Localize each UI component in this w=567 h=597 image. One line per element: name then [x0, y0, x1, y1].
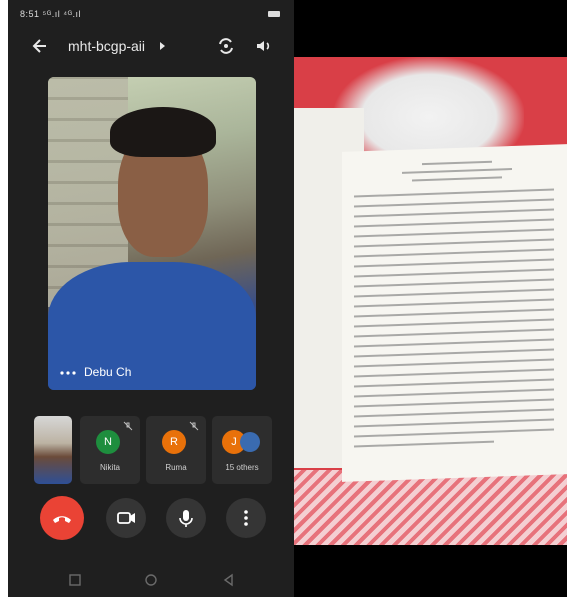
text-line [354, 298, 554, 308]
text-line [354, 348, 554, 358]
text-line [354, 198, 554, 208]
book-right-page [342, 144, 567, 482]
text-line [354, 328, 554, 338]
recents-icon[interactable] [68, 573, 82, 587]
participant-name: Debu Ch [84, 365, 132, 379]
more-vert-icon [244, 510, 248, 526]
text-line [354, 188, 554, 198]
mic-off-icon [123, 421, 133, 431]
more-horiz-icon[interactable] [58, 367, 78, 379]
back-arrow-icon[interactable] [30, 36, 50, 56]
text-line [354, 378, 554, 388]
participant-strip: N Nikita R Ruma J 15 others [8, 416, 294, 484]
microphone-icon [179, 510, 193, 527]
text-line [354, 288, 554, 298]
text-line [354, 318, 554, 328]
switch-camera-icon[interactable] [216, 36, 236, 56]
text-line [354, 268, 554, 278]
text-line [354, 208, 554, 218]
text-line [354, 388, 554, 398]
video-camera-icon [117, 512, 135, 524]
text-line [412, 176, 502, 182]
striped-cloth [294, 470, 567, 545]
text-line [422, 160, 492, 166]
text-line [354, 228, 554, 238]
text-line [354, 440, 494, 448]
avatar: N [96, 430, 120, 454]
text-line [354, 238, 554, 248]
main-video-tile[interactable]: Debu Ch [48, 77, 256, 390]
text-line [354, 418, 554, 428]
mic-toggle-button[interactable] [166, 498, 206, 538]
home-icon[interactable] [144, 573, 158, 587]
text-line [354, 248, 554, 258]
participant-tile-name: Nikita [99, 463, 120, 472]
self-view-tile[interactable] [34, 416, 72, 484]
video-person-hair [110, 107, 216, 157]
status-time: 8:51 ⁵ᴳ.ıl ⁴ᴳ.ıl [20, 9, 82, 19]
phone-hangup-icon [53, 516, 71, 523]
end-call-button[interactable] [40, 496, 84, 540]
participant-tile-others[interactable]: J 15 others [212, 416, 272, 484]
mic-off-icon [189, 421, 199, 431]
chevron-right-icon[interactable] [160, 42, 165, 50]
book-photo [294, 0, 567, 597]
back-nav-icon[interactable] [222, 573, 236, 587]
text-line [354, 218, 554, 228]
call-controls [8, 496, 294, 540]
text-line [354, 398, 554, 408]
text-line [354, 358, 554, 368]
participant-tile-name: 15 others [225, 463, 259, 472]
participant-tile-name: Ruma [165, 463, 187, 472]
text-line [354, 308, 554, 318]
call-header: mht-bcgp-aii [8, 30, 294, 64]
text-line [354, 428, 554, 438]
text-line [354, 258, 554, 268]
camera-toggle-button[interactable] [106, 498, 146, 538]
text-line [354, 368, 554, 378]
meet-phone-screen: 8:51 ⁵ᴳ.ıl ⁴ᴳ.ıl mht-bcgp-aii Debu Ch N … [8, 0, 294, 597]
text-line [354, 338, 554, 348]
avatar-photo [240, 432, 260, 452]
avatar: R [162, 430, 186, 454]
video-person-body [48, 262, 256, 390]
battery-icon [268, 11, 280, 17]
text-line [354, 278, 554, 288]
status-bar: 8:51 ⁵ᴳ.ıl ⁴ᴳ.ıl [8, 0, 294, 30]
text-line [402, 167, 512, 174]
meeting-code[interactable]: mht-bcgp-aii [68, 38, 145, 54]
speaker-icon[interactable] [254, 36, 274, 56]
text-line [354, 408, 554, 418]
participant-tile[interactable]: N Nikita [80, 416, 140, 484]
more-options-button[interactable] [226, 498, 266, 538]
participant-tile[interactable]: R Ruma [146, 416, 206, 484]
android-nav-bar [8, 565, 294, 597]
